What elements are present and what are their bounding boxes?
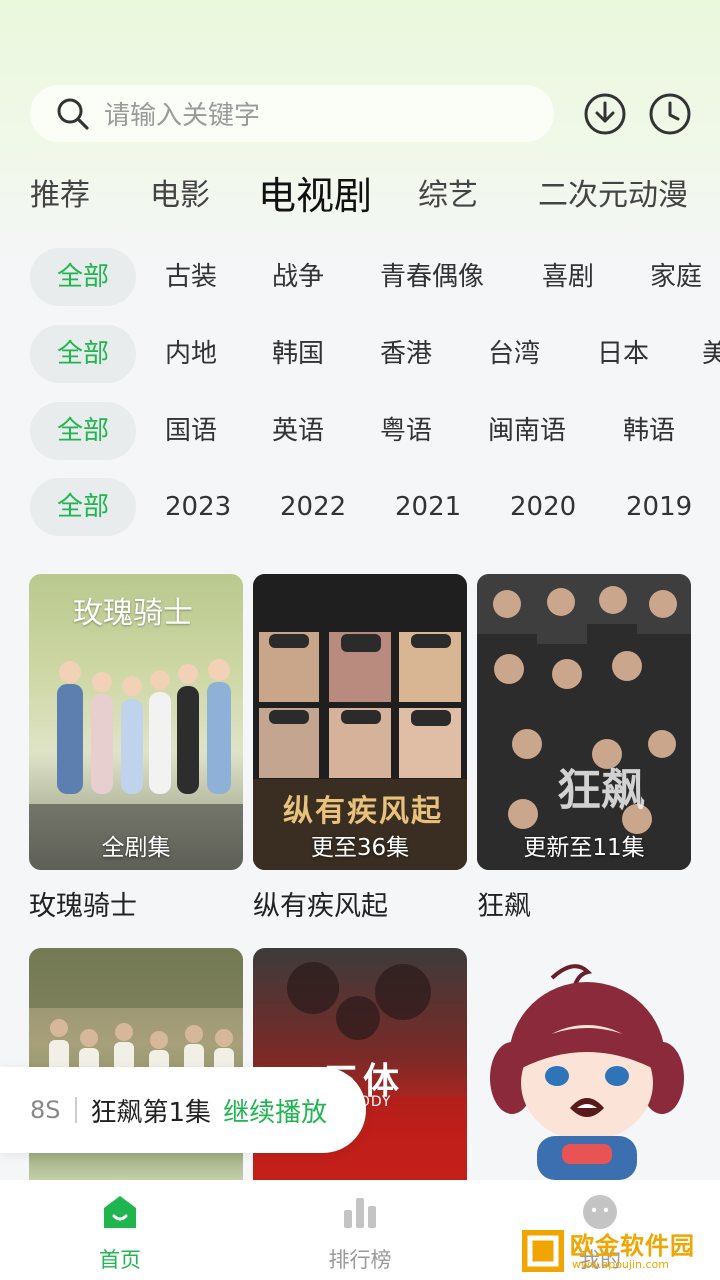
tab-recommend[interactable]: 推荐 [30,168,90,228]
poster-image: 玫瑰骑士 全剧集 [29,574,243,870]
filter-chip[interactable]: 内地 [165,325,217,383]
chart-icon [344,1198,376,1228]
resume-episode: 狂飙第1集 [90,1097,212,1128]
continue-play-button[interactable]: 继续播放 [223,1092,327,1129]
filter-chip[interactable]: 青春偶像 [380,248,484,306]
poster-image: 狂飙 更新至11集 [477,574,691,870]
show-card[interactable]: 狂飙 更新至11集 狂飙 [477,574,691,923]
home-icon [104,1196,136,1228]
face-icon [583,1195,617,1229]
filter-chip[interactable]: 2023 [165,478,231,536]
filter-chip-all[interactable]: 全部 [30,402,136,460]
poster-title-art: 纵有疾风起 [283,794,443,829]
poster-image: 纵有疾风起 更至36集 [253,574,467,870]
filter-chip-all[interactable]: 全部 [30,325,136,383]
episode-badge: 更至36集 [310,835,410,861]
nav-label: 首页 [99,1248,141,1272]
filter-row-type: 全部 古装 战争 青春偶像 喜剧 家庭 [0,248,720,306]
filter-chip[interactable]: 2022 [280,478,346,536]
show-title: 狂飙 [477,891,531,922]
filter-chip[interactable]: 韩国 [272,325,324,383]
divider [74,1097,77,1123]
filter-chip[interactable]: 2019 [626,478,692,536]
filter-chip[interactable]: 粤语 [380,402,432,460]
filter-chip[interactable]: 家庭 [650,248,702,306]
tab-variety[interactable]: 综艺 [418,168,478,228]
mascot-image [490,964,684,1180]
nav-ranking[interactable]: 排行榜 [300,1180,420,1280]
filter-chip[interactable]: 韩语 [623,402,675,460]
filter-chip[interactable]: 台湾 [488,325,540,383]
filter-chip-all[interactable]: 全部 [30,248,136,306]
tab-tv-series[interactable]: 电视剧 [258,168,372,228]
filter-chip-all[interactable]: 全部 [30,478,136,536]
poster-title-art: 玫瑰骑士 [73,596,193,631]
filter-chip[interactable]: 2021 [395,478,461,536]
watermark-logo: 欧金软件园 www.apoujin.com [520,1226,712,1276]
episode-badge: 更新至11集 [523,835,645,861]
watermark-text: 欧金软件园 [570,1232,695,1260]
filter-chip[interactable]: 古装 [165,248,217,306]
filter-chip[interactable]: 英语 [272,402,324,460]
filter-chip[interactable]: 喜剧 [542,248,594,306]
filter-chip[interactable]: 美 [702,325,720,383]
download-icon[interactable] [583,92,627,136]
search-input[interactable]: 请输入关键字 [104,95,260,132]
show-card[interactable]: 纵有疾风起 更至36集 纵有疾风起 [253,574,467,923]
poster-title-art: 狂飙 [557,765,645,816]
tab-anime[interactable]: 二次元动漫 [538,168,688,228]
show-title: 玫瑰骑士 [29,891,137,922]
filter-chip[interactable]: 闽南语 [488,402,566,460]
resume-time: 8S [30,1096,61,1124]
filter-chip[interactable]: 国语 [165,402,217,460]
category-tabs: 推荐 电影 电视剧 综艺 二次元动漫 [0,168,720,228]
search-bar[interactable]: 请输入关键字 [30,85,554,142]
watermark-icon [522,1230,564,1272]
search-icon [57,98,89,130]
filter-chip[interactable]: 香港 [380,325,432,383]
poster-art [477,574,691,870]
filter-chip[interactable]: 2020 [510,478,576,536]
filter-row-year: 全部 2023 2022 2021 2020 2019 [0,478,720,536]
continue-watching-bar[interactable]: 8S 狂飙第1集 继续播放 [0,1067,366,1153]
nav-label: 排行榜 [328,1248,392,1272]
watermark-url: www.apoujin.com [572,1258,669,1271]
show-title: 纵有疾风起 [253,891,388,922]
tab-movie[interactable]: 电影 [150,168,210,228]
show-card[interactable]: 玫瑰骑士 全剧集 玫瑰骑士 [29,574,243,923]
filter-chip[interactable]: 战争 [272,248,324,306]
episode-badge: 全剧集 [101,835,171,861]
history-icon[interactable] [648,92,692,136]
filter-row-region: 全部 内地 韩国 香港 台湾 日本 美 [0,325,720,383]
filter-chip[interactable]: 日本 [597,325,649,383]
nav-home[interactable]: 首页 [60,1180,180,1280]
filter-row-language: 全部 国语 英语 粤语 闽南语 韩语 [0,402,720,460]
